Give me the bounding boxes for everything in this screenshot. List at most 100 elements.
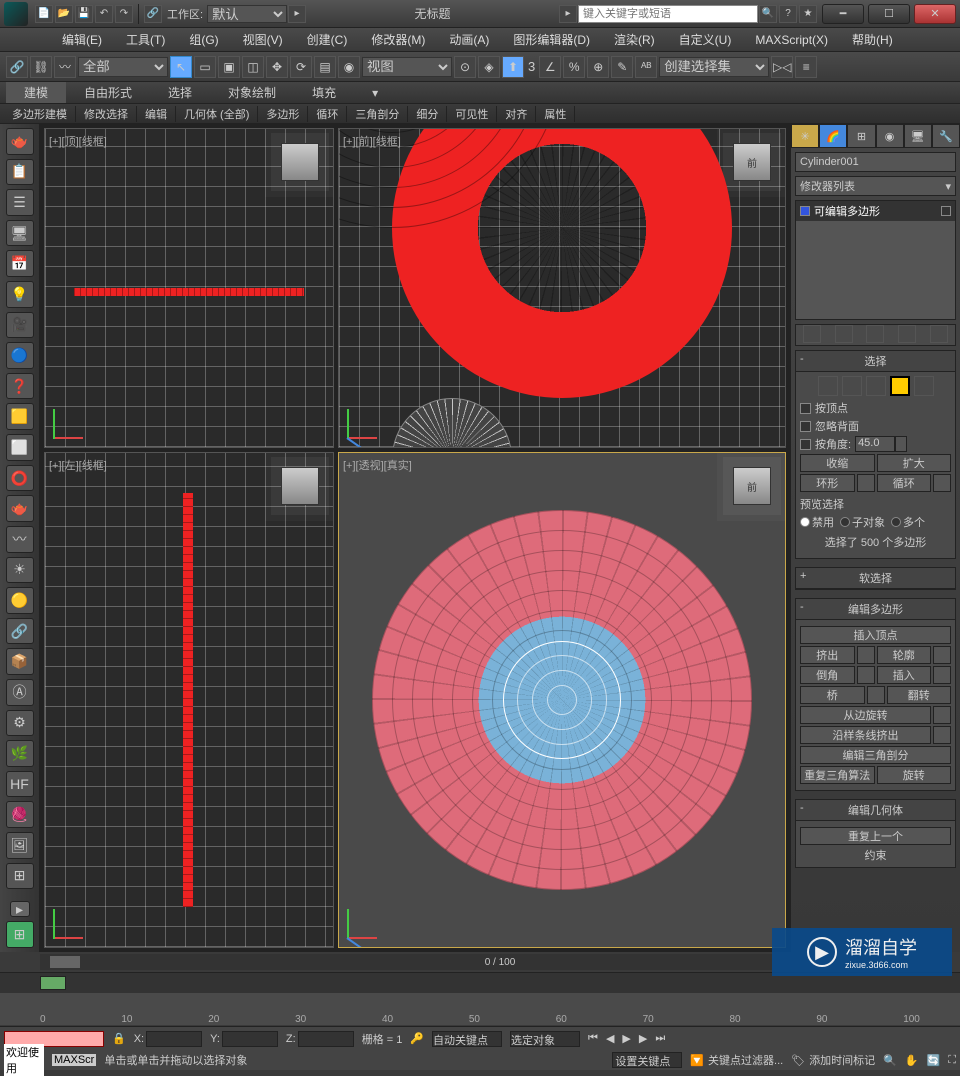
chk-by-vertex[interactable]: 按顶点	[800, 400, 951, 416]
light-icon[interactable]: 💡	[6, 281, 34, 308]
key-icon[interactable]: 🔑	[410, 1032, 424, 1045]
select-icon[interactable]: ↖	[170, 56, 192, 78]
extrude-settings-icon[interactable]	[857, 646, 875, 664]
bind-icon[interactable]: 〰	[54, 56, 76, 78]
viewport-top[interactable]: [+][顶][线框]	[44, 128, 334, 448]
btn-edit-tri[interactable]: 编辑三角剖分	[800, 746, 951, 764]
btn-outline[interactable]: 轮廓	[877, 646, 932, 664]
btn-inset[interactable]: 插入	[877, 666, 932, 684]
box-icon[interactable]: 📦	[6, 648, 34, 675]
plane-icon[interactable]: 🟨	[6, 403, 34, 430]
btn-flip[interactable]: 翻转	[887, 686, 952, 704]
maximize-button[interactable]: ☐	[868, 4, 910, 24]
modifier-stack[interactable]: 可编辑多边形	[795, 200, 956, 320]
btn-grow[interactable]: 扩大	[877, 454, 952, 472]
grass-icon[interactable]: 🌿	[6, 740, 34, 767]
modifier-list[interactable]: 修改器列表▾	[795, 176, 956, 196]
viewcube-left[interactable]	[281, 467, 319, 505]
subobj-edge-icon[interactable]	[842, 376, 862, 396]
unique-icon[interactable]	[866, 325, 884, 343]
sub-poly[interactable]: 多边形	[258, 106, 308, 122]
radio-multi[interactable]: 多个	[891, 514, 925, 530]
ui-icon[interactable]: 🖥	[6, 220, 34, 247]
teapot-icon[interactable]: 🫖	[6, 128, 34, 155]
toggle-icon[interactable]	[941, 206, 951, 216]
gear-icon[interactable]: ⚙	[6, 710, 34, 737]
nav-pan-icon[interactable]: ✋	[905, 1054, 919, 1067]
sphere2-icon[interactable]: 🟡	[6, 587, 34, 614]
helper-icon[interactable]: ❓	[6, 373, 34, 400]
text-icon[interactable]: Ⓐ	[6, 679, 34, 706]
grid-icon[interactable]: ⊞	[6, 921, 34, 948]
play-next-icon[interactable]: ▶	[639, 1032, 647, 1045]
menu-help[interactable]: 帮助(H)	[840, 31, 905, 48]
window-cross-icon[interactable]: ◫	[242, 56, 264, 78]
scroll-thumb[interactable]	[50, 956, 80, 968]
show-end-icon[interactable]	[835, 325, 853, 343]
hf-icon[interactable]: HF	[6, 771, 34, 798]
select-name-icon[interactable]: ▭	[194, 56, 216, 78]
sub-polymodel[interactable]: 多边形建模	[4, 106, 76, 122]
subobj-polygon-icon[interactable]	[890, 376, 910, 396]
viewcube-front[interactable]: 前	[733, 143, 771, 181]
maxscript-label[interactable]: MAXScr	[52, 1054, 96, 1066]
viewport-front[interactable]: [+][前][线框] 前	[338, 128, 786, 448]
menu-view[interactable]: 视图(V)	[231, 31, 295, 48]
link-icon[interactable]: 🔗	[144, 5, 162, 23]
lock-icon[interactable]: 🔒	[112, 1032, 126, 1045]
btn-loop[interactable]: 循环	[877, 474, 932, 492]
ribbon-minimize-icon[interactable]: ▾	[354, 82, 396, 103]
slider-handle[interactable]	[40, 976, 66, 990]
btn-turn[interactable]: 旋转	[877, 766, 952, 784]
spinner-arrows-icon[interactable]	[895, 436, 907, 452]
sub-geom[interactable]: 几何体 (全部)	[176, 106, 258, 122]
hinge-settings-icon[interactable]	[933, 706, 951, 724]
tab-create-icon[interactable]: ✳	[791, 124, 819, 148]
camera-icon[interactable]: 🎥	[6, 312, 34, 339]
btn-bevel[interactable]: 倒角	[800, 666, 855, 684]
bridge-settings-icon[interactable]	[867, 686, 885, 704]
chk-ignore-backface[interactable]: 忽略背面	[800, 418, 951, 434]
btn-retri[interactable]: 重复三角算法	[800, 766, 875, 784]
sub-modsel[interactable]: 修改选择	[76, 106, 137, 122]
percent-snap-icon[interactable]: %	[563, 56, 585, 78]
help-icon[interactable]: ?	[779, 5, 797, 23]
bar-icon[interactable]: ▸	[10, 901, 30, 917]
snap-icon[interactable]: ⬆	[502, 56, 524, 78]
x-field[interactable]	[146, 1031, 202, 1047]
sub-subdiv[interactable]: 细分	[408, 106, 447, 122]
z-field[interactable]	[298, 1031, 354, 1047]
pin-icon[interactable]	[803, 325, 821, 343]
radio-subobj[interactable]: 子对象	[840, 514, 885, 530]
tab-display-icon[interactable]: 🖥	[904, 124, 932, 148]
menu-edit[interactable]: 编辑(E)	[50, 31, 114, 48]
link-icon[interactable]: 🔗	[6, 56, 28, 78]
binoculars-icon[interactable]: 🔍	[759, 5, 777, 23]
list-icon[interactable]: ☰	[6, 189, 34, 216]
rollout-editgeo-header[interactable]: -编辑几何体	[796, 800, 955, 821]
sub-loop[interactable]: 循环	[308, 106, 347, 122]
nav-max-icon[interactable]: ⛶	[948, 1054, 956, 1067]
open-icon[interactable]: 📂	[55, 5, 73, 23]
rotate-icon[interactable]: ⟳	[290, 56, 312, 78]
named-sel-icon[interactable]: ✎	[611, 56, 633, 78]
menu-group[interactable]: 组(G)	[177, 31, 230, 48]
addtag-button[interactable]: 🏷添加时间标记	[791, 1052, 875, 1068]
tab-motion-icon[interactable]: ◉	[876, 124, 904, 148]
rect-select-icon[interactable]: ▣	[218, 56, 240, 78]
radio-disable[interactable]: 禁用	[800, 514, 834, 530]
align-icon[interactable]: ≡	[795, 56, 817, 78]
named-sel2-icon[interactable]: ᴬᴮ	[635, 56, 657, 78]
sphere-icon[interactable]: 🔵	[6, 342, 34, 369]
teapot2-icon[interactable]: 🫖	[6, 495, 34, 522]
viewcube-top[interactable]	[281, 143, 319, 181]
mesh-icon[interactable]: 🧶	[6, 801, 34, 828]
subobj-element-icon[interactable]	[914, 376, 934, 396]
scale-icon[interactable]: ▤	[314, 56, 336, 78]
search-input[interactable]	[578, 5, 758, 23]
render-icon[interactable]: 🖼	[6, 832, 34, 859]
ring-spin-icon[interactable]	[857, 474, 875, 492]
menu-create[interactable]: 创建(C)	[295, 31, 360, 48]
angle-snap-icon[interactable]: ∠	[539, 56, 561, 78]
menu-maxscript[interactable]: MAXScript(X)	[743, 33, 840, 47]
